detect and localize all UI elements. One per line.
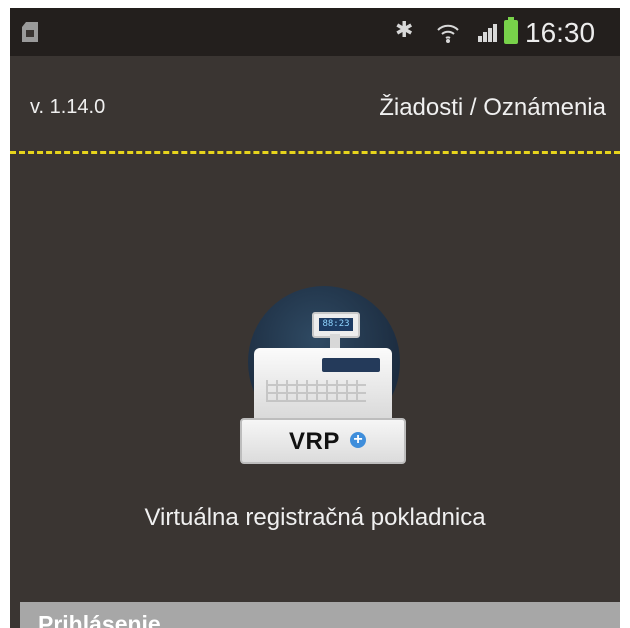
- header-divider: [10, 151, 620, 154]
- register-drawer: VRP +: [240, 418, 406, 464]
- plus-circle-icon: +: [350, 432, 366, 448]
- wifi-icon: [436, 22, 460, 44]
- login-label: Prihlásenie: [38, 611, 161, 628]
- register-display-text: 88:23: [319, 318, 353, 331]
- app-subtitle: Virtuálna registračná pokladnica: [144, 504, 486, 531]
- register-screen: [322, 358, 380, 372]
- login-section-header[interactable]: Prihlásenie: [20, 602, 620, 628]
- signal-icon: [478, 22, 500, 42]
- page-title[interactable]: Žiadosti / Oznámenia: [379, 94, 606, 122]
- bluetooth-icon: ✱: [395, 18, 414, 43]
- sim-card-icon: [22, 22, 38, 42]
- cash-register-icon: [254, 348, 392, 428]
- app-logo: 88:23 VRP +: [230, 286, 412, 466]
- clock: 16:30: [525, 17, 596, 48]
- status-bar: ✱ 16:30: [10, 8, 620, 56]
- app-header: v. 1.14.0 Žiadosti / Oznámenia: [10, 56, 620, 154]
- vrp-brand-text: VRP: [289, 428, 340, 455]
- register-keys-icon: [266, 380, 366, 402]
- version-label: v. 1.14.0: [30, 96, 106, 118]
- battery-icon: [504, 17, 518, 44]
